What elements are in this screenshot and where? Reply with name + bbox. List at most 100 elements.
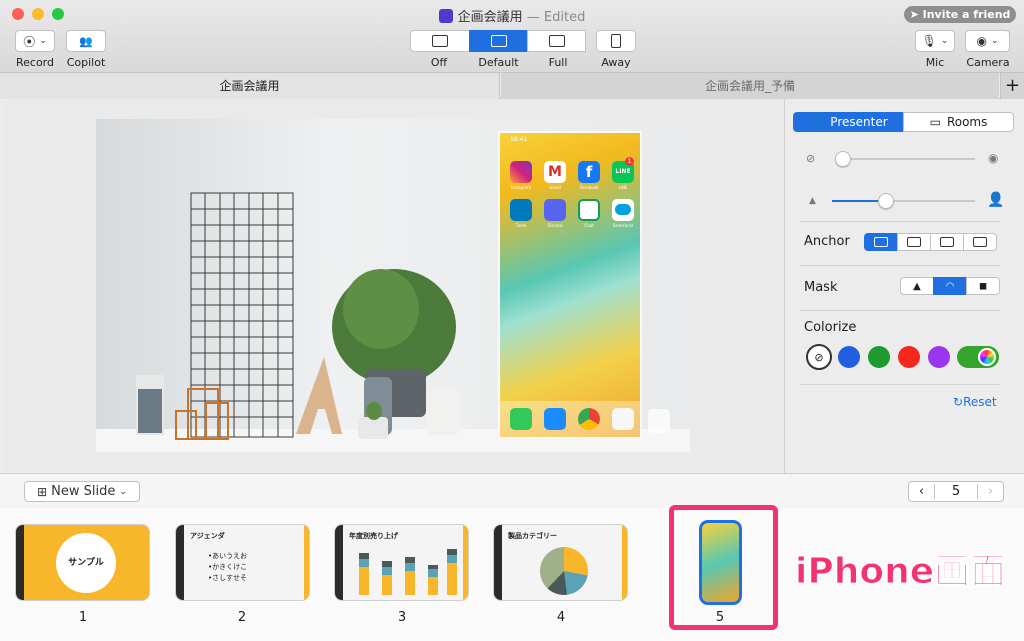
new-slide-button[interactable]: ⊞ New Slide ⌄ [24, 481, 140, 502]
record-icon: ⦿ [23, 34, 36, 49]
anchor-top-right-button[interactable] [930, 233, 964, 251]
hidden-eye-icon: ⊘ [806, 152, 816, 165]
mic-button[interactable]: 🎙 ⌄ [915, 30, 955, 52]
presenter-tab[interactable]: 👤 Presenter [793, 112, 904, 132]
anchor-bottom-left-button[interactable] [864, 233, 898, 251]
room-icon: ▭ [929, 115, 941, 129]
slide-number: 2 [237, 610, 247, 625]
add-tab-button[interactable]: + [1000, 73, 1024, 99]
slide-preview: 16:41 M f LINE 1 Instagram Gmail Faceboo… [96, 119, 690, 452]
page-number: 5 [951, 484, 961, 499]
anchor-br-icon [907, 237, 921, 247]
next-page-button[interactable]: › [977, 484, 1003, 499]
color-wheel-icon [978, 348, 996, 366]
notification-badge: 1 [625, 157, 634, 166]
mic-label: Mic [925, 56, 945, 69]
instagram-app-icon [510, 161, 532, 183]
chrome-app-icon [578, 408, 600, 430]
camera-button[interactable]: ◉ ⌄ [965, 30, 1010, 52]
slide-thumbnail-4[interactable]: 製品カテゴリー [493, 524, 628, 601]
mail-app-icon [544, 408, 566, 430]
reset-button[interactable]: ↻Reset [953, 395, 997, 409]
mode-full-icon [548, 35, 565, 47]
copilot-button[interactable]: 👥 [66, 30, 106, 52]
phone-time: 16:41 [510, 136, 528, 143]
app-label: Chat [584, 223, 594, 228]
mode-default-icon [490, 35, 507, 47]
page-navigator: ‹ 5 › [908, 481, 1004, 502]
no-color-swatch[interactable]: ⊘ [806, 344, 832, 370]
app-label: Trello [515, 223, 527, 228]
prev-page-button[interactable]: ‹ [909, 484, 935, 499]
anchor-bl-icon [874, 237, 888, 247]
presenter-label: Presenter [830, 115, 888, 129]
slide-number: 3 [397, 610, 407, 625]
send-icon: ➤ [909, 8, 923, 21]
mask-round-button[interactable]: ◠ [933, 277, 967, 295]
chevron-down-icon: ⌄ [990, 36, 999, 46]
rooms-tab[interactable]: ▭ Rooms [903, 112, 1014, 132]
chevron-down-icon: ⌄ [940, 36, 949, 46]
invite-friend-button[interactable]: ➤ Invite a friend [904, 6, 1016, 23]
slide-accent [304, 525, 309, 600]
large-person-icon: 👤 [987, 192, 1005, 208]
bar-chart-mini [359, 549, 457, 595]
slide-thumbnail-1[interactable]: サンプル [15, 524, 150, 601]
slide-thumbnail-3[interactable]: 年度別売り上げ [334, 524, 469, 601]
anchor-tr-icon [940, 237, 954, 247]
opacity-slider[interactable] [838, 158, 975, 160]
slide-edge [16, 525, 24, 600]
slide-thumbnail-2[interactable]: アジェンダ •あいうえお •かきくけこ •さしすせそ [175, 524, 310, 601]
gmail-app-icon: M [544, 161, 566, 183]
people-icon: 👥 [79, 34, 93, 48]
colorize-label: Colorize [804, 320, 857, 335]
tab-backup[interactable]: 企画会議用_予備 [501, 73, 999, 99]
mask-person-button[interactable]: ▲ [900, 277, 934, 295]
new-slide-icon: ⊞ [37, 484, 48, 499]
tab-main-label: 企画会議用 [219, 79, 280, 93]
chat-app-icon [578, 199, 600, 221]
anchor-label: Anchor [804, 234, 850, 249]
mode-off-icon [432, 35, 448, 47]
mode-full-button[interactable] [527, 30, 586, 52]
title-bar: 企画会議用 — Edited ➤ Invite a friend ⦿ ⌄ Reco… [0, 0, 1024, 73]
reset-icon: ↻ [953, 395, 964, 409]
green-swatch[interactable] [868, 346, 890, 368]
slide-edge [176, 525, 184, 600]
phone-app-icon [510, 408, 532, 430]
red-swatch[interactable] [898, 346, 920, 368]
document-title: 企画会議用 [457, 10, 523, 25]
record-button[interactable]: ⦿ ⌄ [15, 30, 55, 52]
salesforce-app-icon [612, 199, 634, 221]
trello-app-icon [510, 199, 532, 221]
divider [800, 265, 1000, 266]
square-mask-icon: ◼ [978, 280, 988, 292]
anchor-bottom-right-button[interactable] [897, 233, 931, 251]
eye-icon: ◉ [988, 151, 999, 165]
slide-number: 1 [78, 610, 88, 625]
watermark-logo [648, 409, 670, 433]
app-icon [438, 9, 453, 23]
mode-off-button[interactable] [410, 30, 470, 52]
mode-away-button[interactable] [596, 30, 636, 52]
app-label: Instagram [510, 185, 532, 190]
app-label: Facebook [579, 185, 599, 190]
new-slide-label: New Slide [51, 484, 116, 499]
app-label: Gmail [549, 185, 561, 190]
tab-main[interactable]: 企画会議用 [0, 73, 500, 99]
mic-icon: 🎙 [921, 34, 937, 48]
blue-swatch[interactable] [838, 346, 860, 368]
highlight-box [669, 505, 778, 630]
no-color-icon: ⊘ [814, 350, 824, 364]
mask-square-button[interactable]: ◼ [966, 277, 1000, 295]
small-person-icon: ▲ [809, 196, 816, 206]
phone-mirror: 16:41 M f LINE 1 Instagram Gmail Faceboo… [498, 131, 642, 439]
slide-accent [463, 525, 468, 600]
custom-color-toggle[interactable] [957, 346, 999, 368]
anchor-top-left-button[interactable] [963, 233, 997, 251]
purple-swatch[interactable] [928, 346, 950, 368]
record-label: Record [15, 56, 54, 69]
mode-default-button[interactable] [469, 30, 528, 52]
person-icon: 👤 [809, 115, 825, 129]
camera-label: Camera [966, 56, 1010, 69]
